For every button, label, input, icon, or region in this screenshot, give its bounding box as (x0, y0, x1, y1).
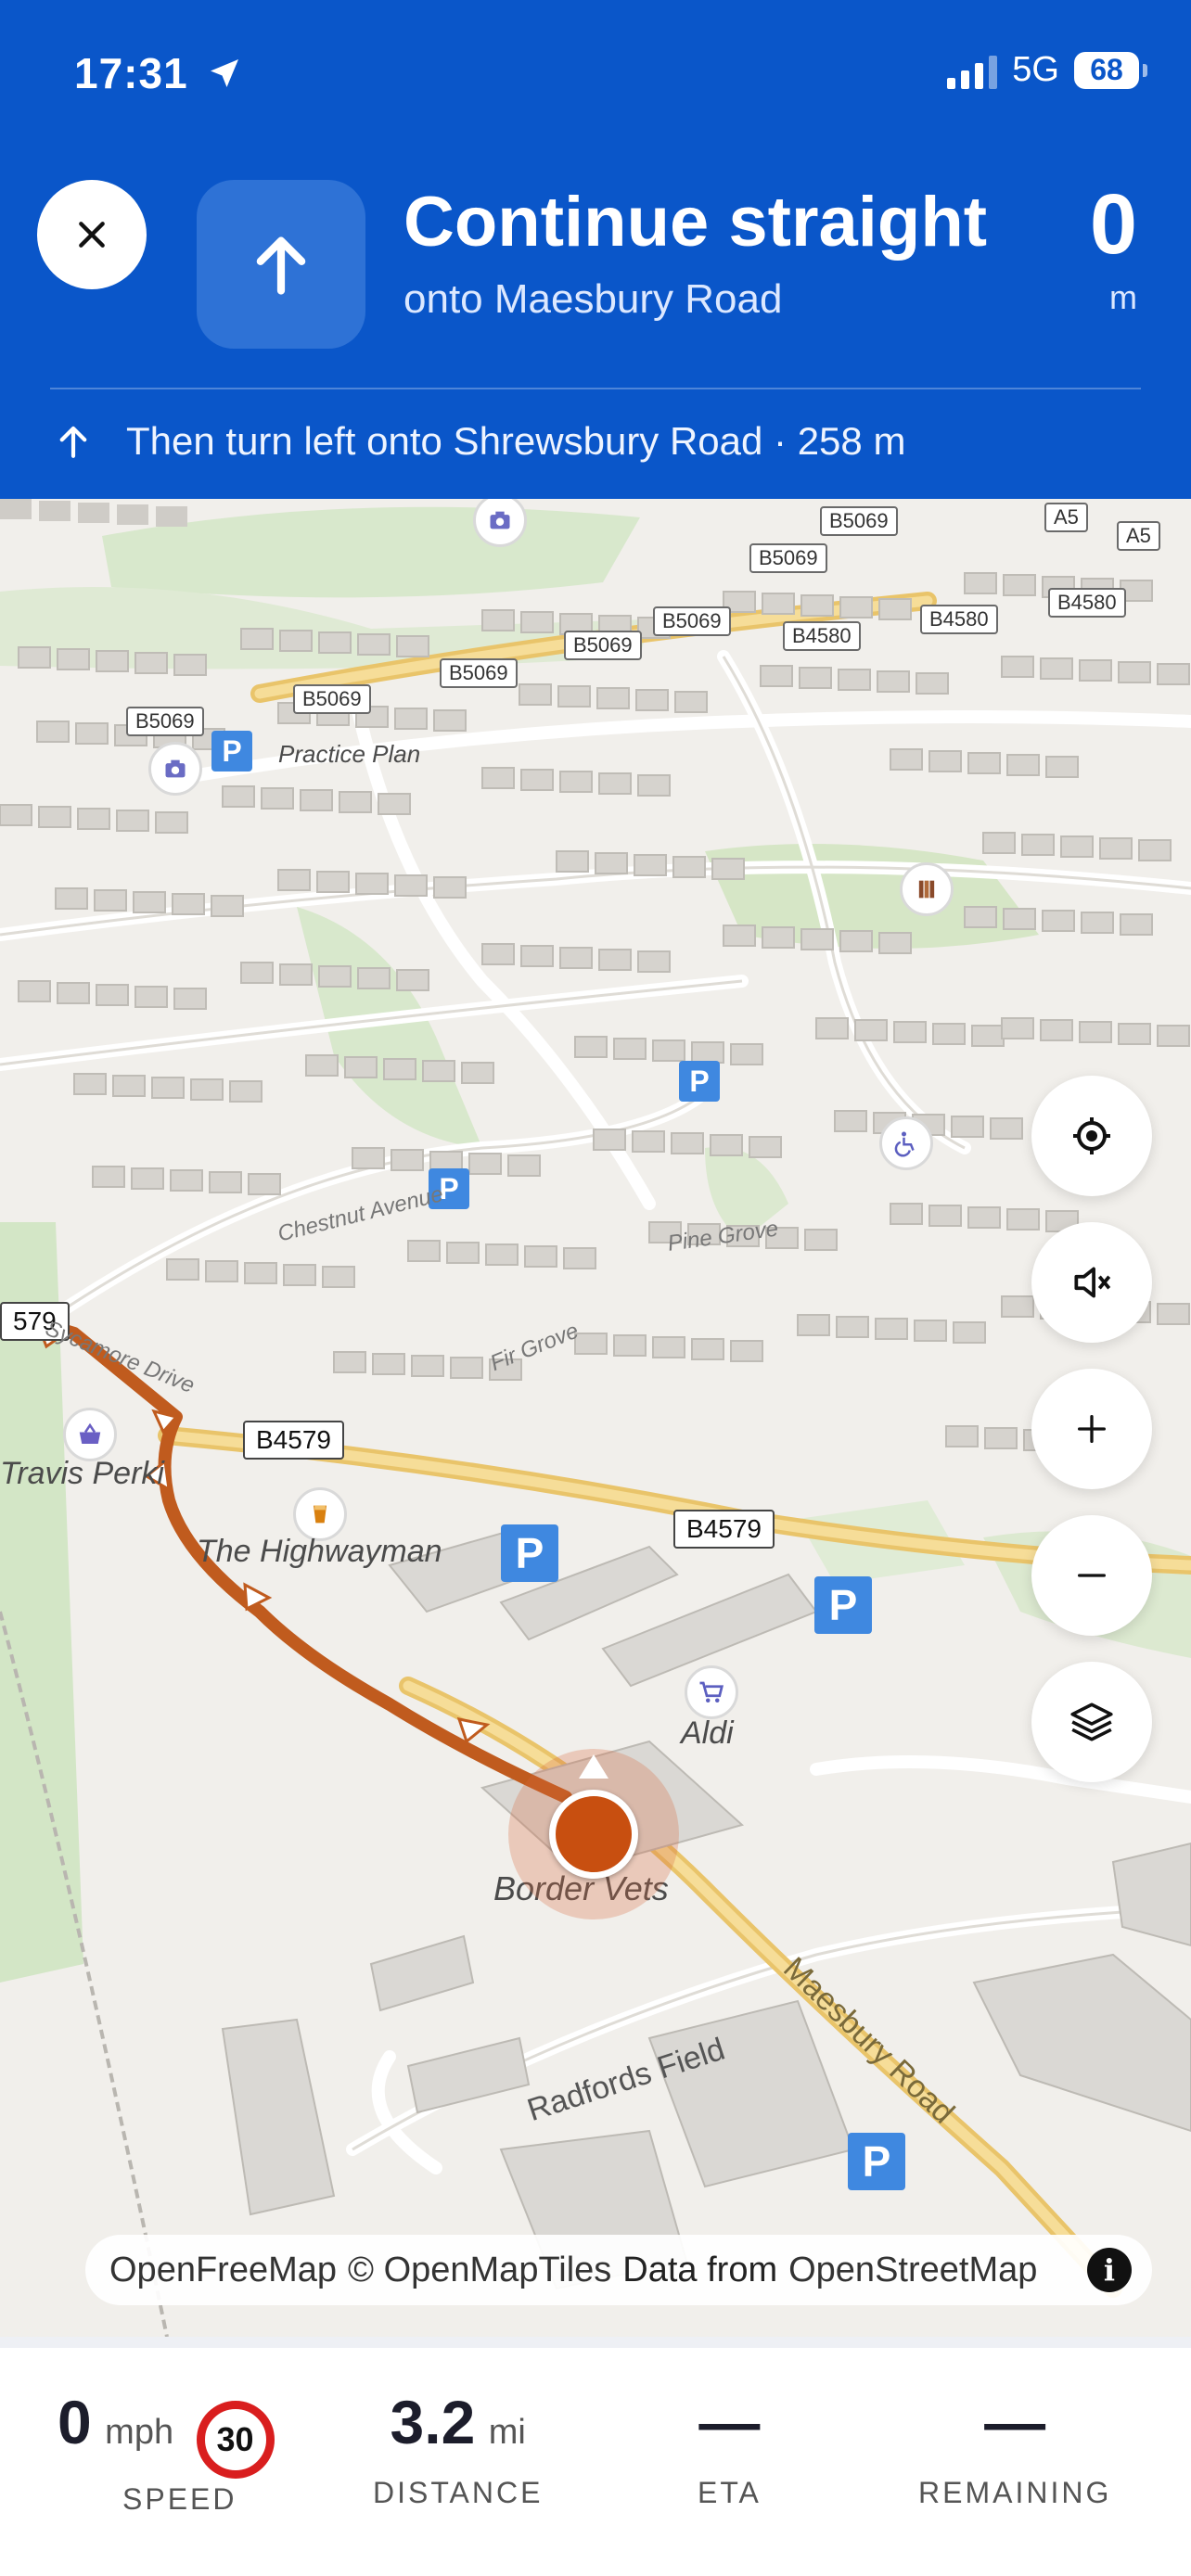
wheelchair-poi-icon[interactable] (879, 1116, 933, 1170)
attribution-data-from: Data from (622, 2250, 778, 2289)
road-shield: B4580 (920, 605, 998, 634)
speed-value: 0 (58, 2388, 92, 2456)
label-travis-perkins: Travis Perki (0, 1456, 164, 1491)
crosshair-icon (1073, 1117, 1110, 1154)
camera-poi-icon[interactable] (148, 742, 202, 796)
clock: 17:31 (74, 49, 188, 97)
library-poi-icon[interactable] (900, 862, 954, 916)
road-shield: B4579 (673, 1510, 775, 1549)
remaining-value: — (984, 2388, 1046, 2456)
road-shield: A5 (1044, 503, 1088, 532)
road-shield: B4579 (243, 1421, 344, 1460)
speaker-muted-icon (1074, 1267, 1111, 1298)
label-the-highwayman: The Highwayman (197, 1534, 442, 1569)
eta-value: — (698, 2388, 761, 2456)
maneuver-icon-tile (197, 180, 365, 349)
eta-label: ETA (698, 2476, 762, 2509)
label-practice-plan: Practice Plan (278, 740, 421, 768)
status-time: 17:31 (74, 48, 243, 98)
road-shield: B5069 (440, 658, 518, 688)
recenter-button[interactable] (1031, 1076, 1152, 1196)
distance-label: DISTANCE (373, 2476, 544, 2509)
road-shield: B5069 (564, 631, 642, 660)
instruction-street: onto Maesbury Road (403, 276, 783, 322)
distance-stat: 3.2 mi DISTANCE (373, 2387, 543, 2510)
remaining-stat: — REMAINING (918, 2387, 1111, 2510)
speed-unit: mph (105, 2413, 174, 2452)
label-aldi: Aldi (681, 1715, 734, 1751)
map-view[interactable]: B5069 B5069 B5069 B5069 B5069 B5069 B506… (0, 499, 1191, 2337)
zoom-out-button[interactable] (1031, 1515, 1152, 1636)
signal-icon (947, 52, 998, 89)
openmaptiles-link[interactable]: © OpenMapTiles (348, 2251, 611, 2290)
minus-icon (1078, 1574, 1106, 1577)
zoom-in-button[interactable] (1031, 1369, 1152, 1489)
plus-icon (1078, 1415, 1106, 1443)
instruction-main: Continue straight (403, 183, 988, 261)
eta-stat: — ETA (698, 2387, 762, 2510)
parking-icon[interactable]: P (848, 2133, 905, 2190)
navigation-banner: 17:31 5G 68 Continue straight onto Maesb… (0, 0, 1191, 499)
openstreetmap-link[interactable]: OpenStreetMap (788, 2251, 1037, 2290)
road-shield: B4580 (783, 621, 861, 651)
openfreemap-link[interactable]: OpenFreeMap (109, 2251, 337, 2290)
parking-icon[interactable]: P (211, 731, 252, 772)
shop-basket-poi-icon[interactable] (63, 1408, 117, 1461)
map-layers-button[interactable] (1031, 1662, 1152, 1782)
road-shield: B5069 (126, 707, 204, 736)
parking-icon[interactable]: P (814, 1576, 872, 1634)
banner-divider (50, 388, 1141, 389)
battery-level: 68 (1090, 53, 1123, 86)
road-shield: B5069 (293, 684, 371, 714)
mute-button[interactable] (1031, 1222, 1152, 1343)
close-icon (79, 222, 105, 248)
location-arrow-icon (211, 59, 239, 87)
speed-label: SPEED (122, 2481, 237, 2516)
info-icon[interactable]: i (1087, 2248, 1132, 2292)
arrow-up-icon (256, 236, 306, 295)
user-location-dot (549, 1790, 638, 1879)
speed-limit-sign: 30 (196, 2400, 275, 2479)
next-instruction: Then turn left onto Shrewsbury Road · 25… (54, 419, 905, 464)
status-indicators: 5G 68 (947, 50, 1147, 90)
heading-indicator-icon (579, 1754, 608, 1779)
parking-icon[interactable]: P (501, 1524, 558, 1582)
distance-unit: mi (488, 2413, 526, 2452)
trip-stats-bar: 0 mph 30 SPEED 3.2 mi DISTANCE — ETA — R… (0, 2337, 1191, 2576)
map-attribution: OpenFreeMap © OpenMapTiles Data from Ope… (85, 2235, 1152, 2305)
speed-stat: 0 mph 30 SPEED (58, 2387, 275, 2517)
road-shield: B5069 (653, 606, 731, 636)
maneuver-distance-unit: m (1109, 278, 1137, 316)
network-type: 5G (1012, 50, 1059, 89)
supermarket-poi-icon[interactable] (685, 1665, 738, 1719)
road-shield: B4580 (1048, 588, 1126, 618)
maneuver-distance: 0 (1089, 177, 1137, 272)
next-arrow-up-icon (59, 426, 87, 458)
road-shield: B5069 (749, 543, 827, 573)
close-navigation-button[interactable] (37, 180, 147, 289)
remaining-label: REMAINING (918, 2476, 1112, 2509)
next-instruction-text: Then turn left onto Shrewsbury Road · 25… (126, 419, 906, 463)
road-shield: B5069 (820, 506, 898, 536)
distance-value: 3.2 (390, 2388, 476, 2456)
road-shield: A5 (1117, 521, 1160, 551)
parking-icon[interactable]: P (679, 1061, 720, 1102)
battery-icon: 68 (1074, 51, 1147, 89)
layers-icon (1070, 1702, 1113, 1741)
